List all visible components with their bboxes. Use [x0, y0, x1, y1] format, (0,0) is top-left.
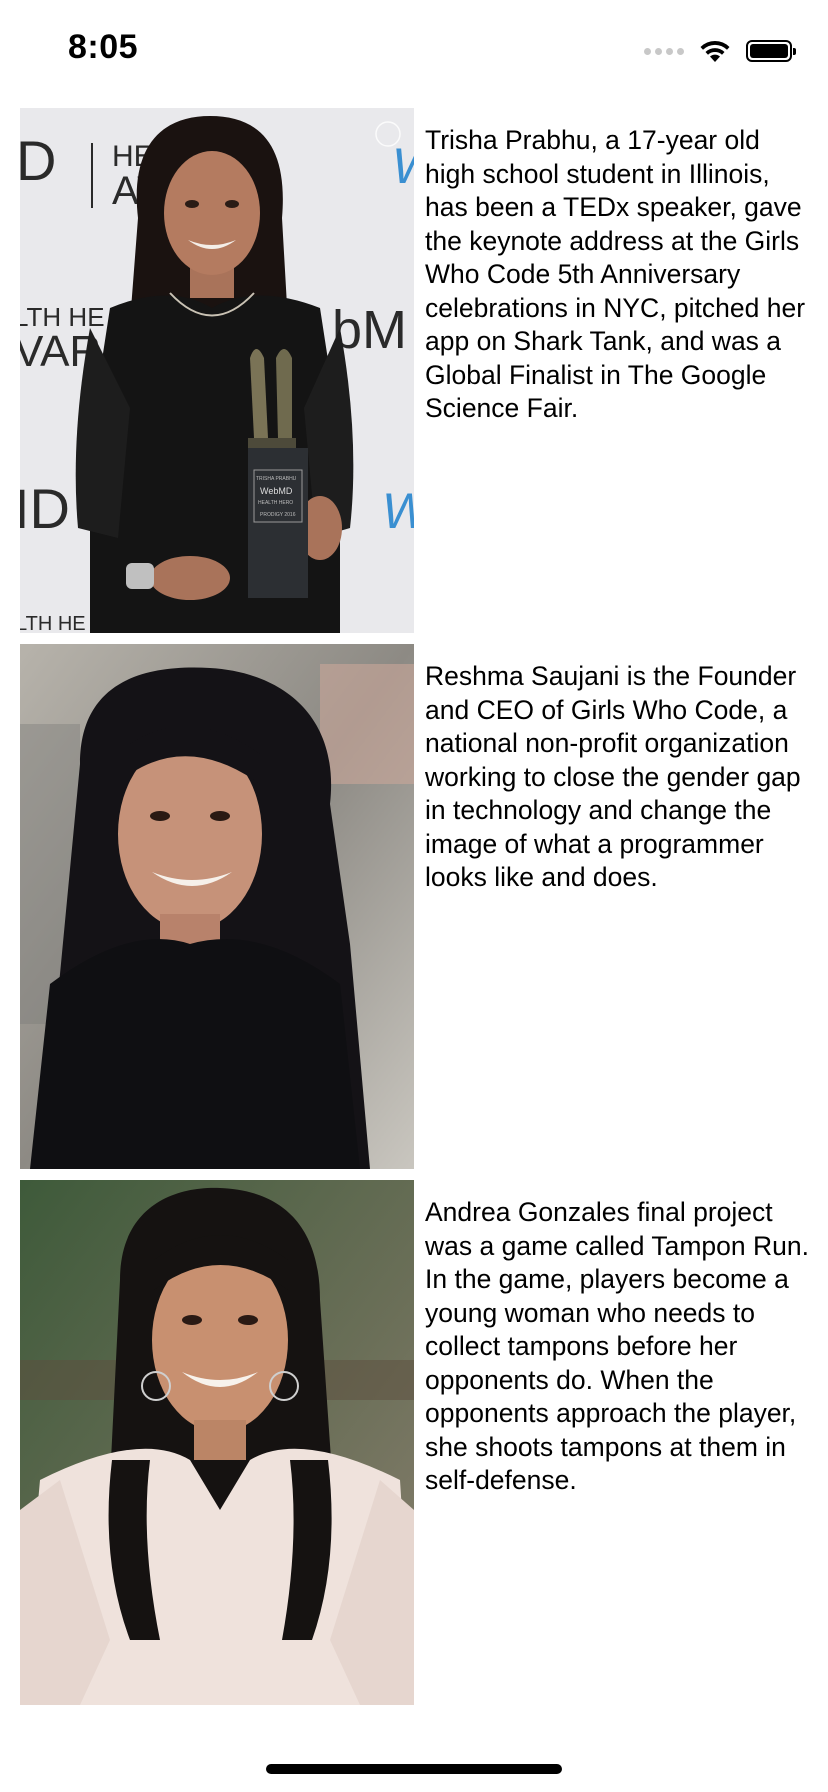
- portrait-photo: D HEA RO AW S W LTH HE VAR bM ID W LTH H…: [20, 108, 414, 633]
- trisha-photo: D HEA RO AW S W LTH HE VAR bM ID W LTH H…: [20, 108, 414, 633]
- home-indicator[interactable]: [266, 1764, 562, 1774]
- plaque-name: TRISHA PRABHU: [256, 476, 297, 482]
- list-item[interactable]: Reshma Saujani is the Founder and CEO of…: [20, 644, 810, 1169]
- list-item[interactable]: D HEA RO AW S W LTH HE VAR bM ID W LTH H…: [20, 108, 810, 633]
- wifi-icon: [700, 40, 730, 62]
- reshma-photo: [20, 644, 414, 1169]
- backdrop-bottom: LTH HE: [20, 613, 86, 633]
- portrait-photo: [20, 1180, 414, 1705]
- people-list: D HEA RO AW S W LTH HE VAR bM ID W LTH H…: [20, 108, 810, 1716]
- portrait-photo: [20, 644, 414, 1169]
- backdrop-id: ID: [20, 477, 70, 540]
- status-icons: [644, 36, 796, 66]
- signal-icon: [644, 47, 684, 55]
- backdrop-brand: D: [20, 129, 56, 192]
- plaque-line: HEALTH HERO: [258, 500, 293, 506]
- bio-text: Reshma Saujani is the Founder and CEO of…: [425, 661, 801, 892]
- bio-text: Trisha Prabhu, a 17-year old high school…: [425, 125, 806, 423]
- list-item[interactable]: Andrea Gonzales final project was a game…: [20, 1180, 810, 1705]
- status-bar: 8:05: [0, 0, 828, 100]
- plaque-year: PRODIGY 2016: [260, 512, 296, 518]
- plaque-brand: WebMD: [260, 486, 293, 496]
- battery-icon: [746, 40, 796, 62]
- backdrop-w2: W: [382, 483, 414, 539]
- bio-text: Andrea Gonzales final project was a game…: [425, 1197, 809, 1495]
- andrea-photo: [20, 1180, 414, 1705]
- backdrop-w: W: [392, 138, 414, 194]
- status-time: 8:05: [68, 28, 139, 66]
